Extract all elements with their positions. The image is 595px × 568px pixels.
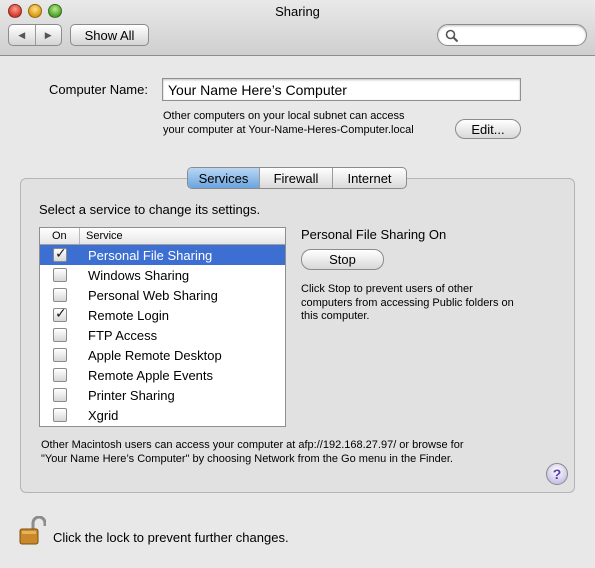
status-help: Click Stop to prevent users of other com…	[301, 283, 551, 324]
status-help-line: Click Stop to prevent users of other	[301, 283, 473, 295]
service-label: FTP Access	[88, 327, 158, 343]
select-service-prompt: Select a service to change its settings.	[39, 202, 261, 217]
column-header-service[interactable]: Service	[80, 228, 123, 244]
afp-note-line: "Your Name Here’s Computer" by choosing …	[41, 452, 453, 465]
service-label: Remote Apple Events	[88, 367, 214, 383]
computer-name-help-line: your computer at Your-Name-Heres-Compute…	[163, 124, 414, 136]
service-label: Personal Web Sharing	[88, 287, 218, 303]
service-on-cell	[40, 328, 80, 342]
service-row[interactable]: FTP Access	[40, 325, 285, 345]
service-on-cell: ✓	[40, 245, 80, 262]
checkmark-icon: ✓	[55, 305, 67, 321]
back-forward-control: ◀ ▶	[8, 24, 62, 46]
service-checkbox[interactable]: ✓	[53, 305, 67, 322]
computer-name-field[interactable]: Your Name Here’s Computer	[162, 78, 521, 101]
afp-note-line: Other Macintosh users can access your co…	[41, 439, 464, 451]
service-row[interactable]: Apple Remote Desktop	[40, 345, 285, 365]
service-on-cell	[40, 348, 80, 362]
service-on-cell	[40, 388, 80, 402]
edit-button[interactable]: Edit...	[455, 119, 521, 139]
lock-icon[interactable]	[18, 516, 46, 546]
service-checkbox[interactable]	[53, 408, 67, 422]
forward-button[interactable]: ▶	[36, 25, 62, 45]
service-checkbox[interactable]	[53, 368, 67, 382]
service-label: Remote Login	[88, 307, 169, 323]
window-toolbar: Sharing ◀ ▶ Show All	[0, 0, 595, 56]
service-on-cell	[40, 268, 80, 282]
services-list: On Service ✓ Personal File Sharing Windows…	[39, 227, 286, 427]
checkmark-icon: ✓	[55, 245, 67, 261]
column-header-on[interactable]: On	[40, 228, 80, 244]
search-icon	[445, 29, 459, 43]
tab-firewall[interactable]: Firewall	[260, 168, 333, 188]
service-checkbox[interactable]: ✓	[53, 245, 67, 262]
tab-internet[interactable]: Internet	[333, 168, 406, 188]
tab-bar: Services Firewall Internet	[187, 167, 407, 189]
window-title: Sharing	[275, 4, 320, 19]
help-button[interactable]: ?	[546, 463, 568, 485]
service-row[interactable]: Personal Web Sharing	[40, 285, 285, 305]
service-checkbox[interactable]	[53, 288, 67, 302]
status-help-line: computers from accessing Public folders …	[301, 296, 514, 309]
search-input[interactable]	[437, 24, 587, 46]
service-checkbox[interactable]	[53, 268, 67, 282]
service-label: Windows Sharing	[88, 267, 190, 283]
service-checkbox[interactable]	[53, 348, 67, 362]
service-label: Personal File Sharing	[88, 247, 213, 263]
service-row[interactable]: ✓ Personal File Sharing	[40, 245, 285, 265]
service-on-cell	[40, 408, 80, 422]
service-on-cell	[40, 288, 80, 302]
service-checkbox[interactable]	[53, 388, 67, 402]
service-on-cell: ✓	[40, 305, 80, 322]
service-row[interactable]: Windows Sharing	[40, 265, 285, 285]
show-all-button[interactable]: Show All	[70, 24, 149, 46]
service-row[interactable]: Remote Apple Events	[40, 365, 285, 385]
status-title: Personal File Sharing On	[301, 227, 447, 242]
status-help-line: this computer.	[301, 310, 370, 322]
lock-message: Click the lock to prevent further change…	[53, 530, 289, 545]
service-on-cell	[40, 368, 80, 382]
service-checkbox[interactable]	[53, 328, 67, 342]
computer-name-help: Other computers on your local subnet can…	[163, 109, 453, 137]
service-label: Xgrid	[88, 407, 119, 423]
computer-name-label: Computer Name:	[49, 82, 148, 97]
afp-note: Other Macintosh users can access your co…	[41, 439, 541, 466]
service-row[interactable]: ✓ Remote Login	[40, 305, 285, 325]
tab-services[interactable]: Services	[188, 168, 260, 188]
service-row[interactable]: Xgrid	[40, 405, 285, 425]
stop-button[interactable]: Stop	[301, 249, 384, 270]
computer-name-help-line: Other computers on your local subnet can…	[163, 110, 405, 122]
back-button[interactable]: ◀	[9, 25, 36, 45]
service-row[interactable]: Printer Sharing	[40, 385, 285, 405]
service-label: Apple Remote Desktop	[88, 347, 222, 363]
service-label: Printer Sharing	[88, 387, 175, 403]
services-list-header: On Service	[40, 228, 285, 245]
